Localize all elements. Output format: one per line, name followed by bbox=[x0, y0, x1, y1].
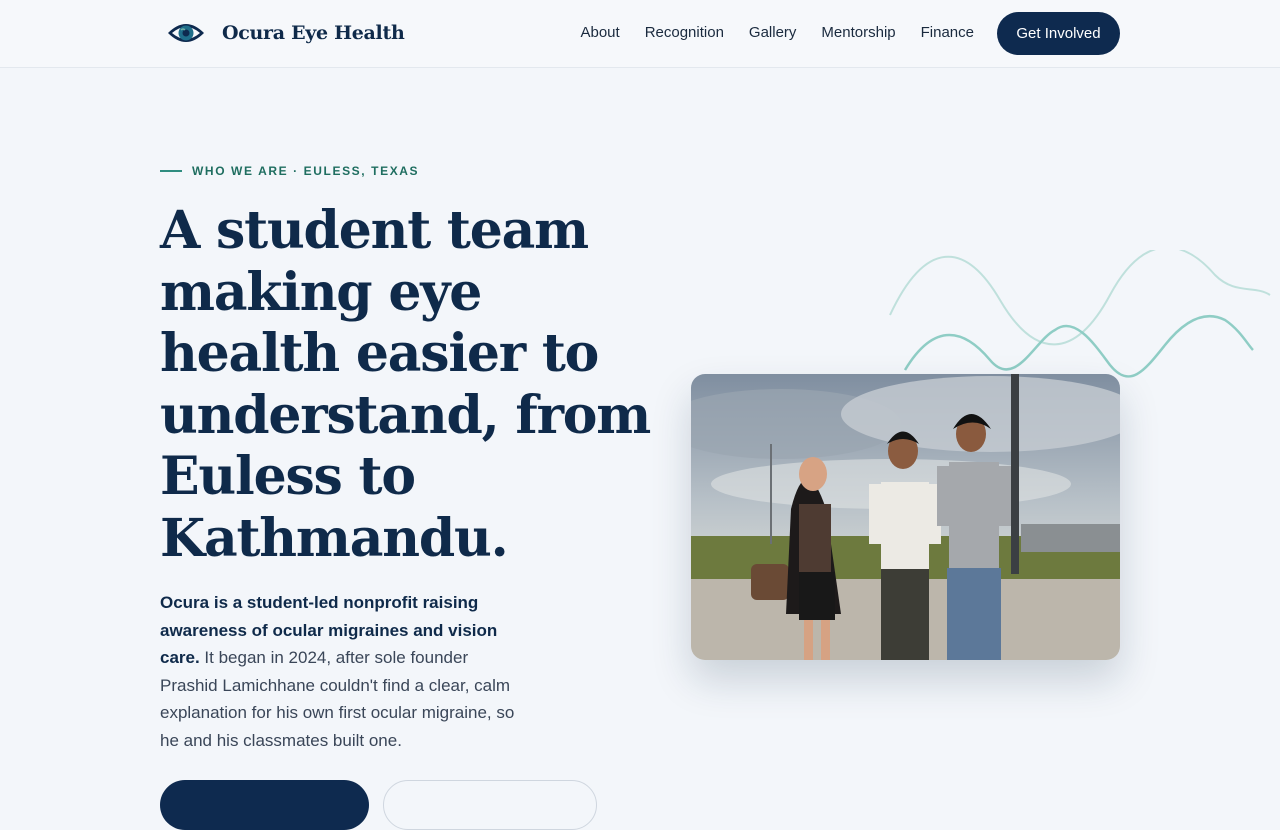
nav-link-recognition[interactable]: Recognition bbox=[645, 24, 724, 41]
brand-name: Ocura Eye Health bbox=[222, 22, 405, 44]
eyebrow-text: WHO WE ARE · EULESS, TEXAS bbox=[192, 164, 420, 178]
brand[interactable]: Ocura Eye Health bbox=[166, 19, 405, 47]
eyebrow-dash bbox=[160, 170, 182, 172]
nav-link-finance[interactable]: Finance bbox=[921, 24, 974, 41]
hero-headline: A student team making eye health easier … bbox=[160, 200, 651, 569]
eye-logo-icon bbox=[168, 24, 204, 42]
hero-lead: Ocura is a student-led nonprofit raising… bbox=[160, 589, 530, 755]
nav-link-about[interactable]: About bbox=[580, 24, 619, 41]
nav-link-mentorship[interactable]: Mentorship bbox=[821, 24, 895, 41]
nav-links: About Recognition Gallery Mentorship Fin… bbox=[580, 24, 974, 41]
nav-link-gallery[interactable]: Gallery bbox=[749, 24, 797, 41]
secondary-action-button[interactable] bbox=[383, 780, 597, 830]
hero-lead-rest: It began in 2024, after sole founder Pra… bbox=[160, 648, 515, 750]
top-nav: Ocura Eye Health About Recognition Galle… bbox=[0, 0, 1280, 68]
team-photo bbox=[691, 374, 1120, 660]
get-involved-button[interactable]: Get Involved bbox=[997, 12, 1120, 55]
eyebrow: WHO WE ARE · EULESS, TEXAS bbox=[160, 164, 419, 178]
primary-action-button[interactable] bbox=[160, 780, 369, 830]
